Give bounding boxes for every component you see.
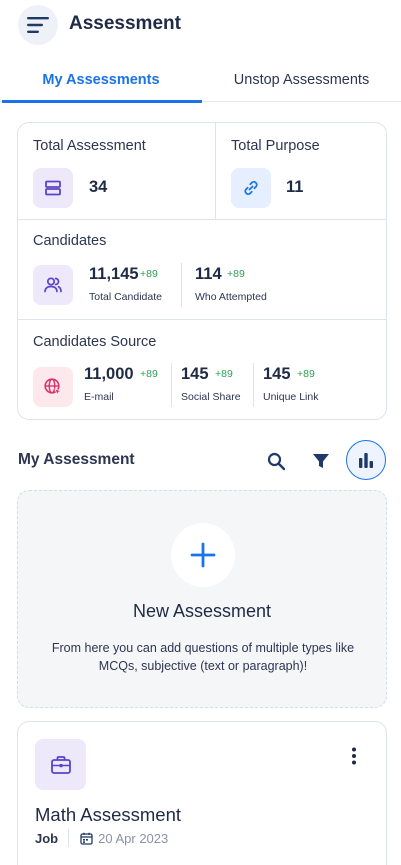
plus-icon xyxy=(190,542,216,568)
assessment-title: Math Assessment xyxy=(35,804,182,825)
stats-card: Total Assessment 34 Total Purpose 11 Can… xyxy=(17,122,387,420)
app-header: Assessment xyxy=(0,0,401,50)
social-share-value: 145 xyxy=(181,365,209,383)
candidates-label: Candidates xyxy=(33,233,107,249)
email-value: 11,000 xyxy=(84,365,134,383)
divider xyxy=(215,123,216,219)
layers-icon xyxy=(33,168,73,208)
chart-view-button[interactable] xyxy=(346,440,386,480)
total-assessment-value: 34 xyxy=(89,178,108,196)
calendar-icon xyxy=(80,832,93,845)
divider xyxy=(18,219,386,220)
unique-link-delta: +89 xyxy=(297,368,315,380)
new-assessment-title: New Assessment xyxy=(132,601,272,621)
assessment-date: 20 Apr 2023 xyxy=(80,831,168,846)
briefcase-icon xyxy=(35,739,86,790)
add-assessment-button[interactable] xyxy=(171,523,235,587)
total-candidate-label: Total Candidate xyxy=(89,291,162,303)
total-purpose-value: 11 xyxy=(286,178,304,196)
page-title: Assessment xyxy=(69,13,181,34)
assessment-meta: Job 20 Apr 2023 xyxy=(35,828,168,848)
globe-cursor-icon xyxy=(33,367,73,407)
total-candidate-delta: +89 xyxy=(140,268,158,280)
divider xyxy=(171,363,172,407)
divider xyxy=(181,263,182,307)
more-options-icon[interactable] xyxy=(344,744,364,768)
filter-icon[interactable] xyxy=(310,450,332,472)
assessment-card[interactable]: Math Assessment Job 20 Apr 2023 xyxy=(17,721,387,865)
tab-my-assessments[interactable]: My Assessments xyxy=(0,58,202,103)
candidates-source-label: Candidates Source xyxy=(33,334,157,350)
who-attempted-delta: +89 xyxy=(227,268,245,280)
unique-link-label: Unique Link xyxy=(263,391,319,403)
tab-unstop-assessments[interactable]: Unstop Assessments xyxy=(202,58,401,102)
search-icon[interactable] xyxy=(264,450,288,472)
divider xyxy=(18,319,386,320)
hamburger-menu-icon[interactable] xyxy=(18,5,58,45)
email-label: E-mail xyxy=(84,391,114,403)
social-share-delta: +89 xyxy=(215,368,233,380)
tab-bar: My Assessments Unstop Assessments xyxy=(0,58,401,103)
link-icon xyxy=(231,168,271,208)
who-attempted-label: Who Attempted xyxy=(195,291,267,303)
users-icon xyxy=(33,265,73,305)
email-delta: +89 xyxy=(140,368,158,380)
total-purpose-label: Total Purpose xyxy=(231,138,320,154)
unique-link-value: 145 xyxy=(263,365,291,383)
divider xyxy=(68,829,70,847)
assessment-date-text: 20 Apr 2023 xyxy=(98,830,169,846)
assessment-type: Job xyxy=(35,830,59,846)
social-share-label: Social Share xyxy=(181,391,241,403)
new-assessment-description: From here you can add questions of multi… xyxy=(51,641,355,673)
my-assessment-title: My Assessment xyxy=(18,451,135,468)
divider xyxy=(253,363,254,407)
new-assessment-card[interactable]: New Assessment From here you can add que… xyxy=(17,490,387,708)
total-candidate-value: 11,145 xyxy=(89,265,139,283)
bar-chart-icon xyxy=(357,451,375,469)
who-attempted-value: 114 xyxy=(195,265,222,283)
total-assessment-label: Total Assessment xyxy=(33,138,146,154)
